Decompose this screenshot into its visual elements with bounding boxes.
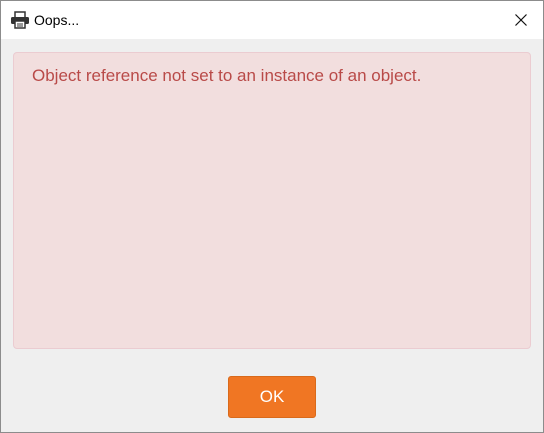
close-button[interactable] <box>507 7 535 33</box>
title-bar: Oops... <box>1 1 543 39</box>
error-message: Object reference not set to an instance … <box>32 66 422 85</box>
error-dialog: Oops... Object reference not set to an i… <box>0 0 544 433</box>
ok-button[interactable]: OK <box>228 376 316 418</box>
printer-icon <box>10 11 30 29</box>
error-message-box: Object reference not set to an instance … <box>13 52 531 349</box>
dialog-title: Oops... <box>34 12 80 28</box>
close-icon <box>515 14 527 26</box>
